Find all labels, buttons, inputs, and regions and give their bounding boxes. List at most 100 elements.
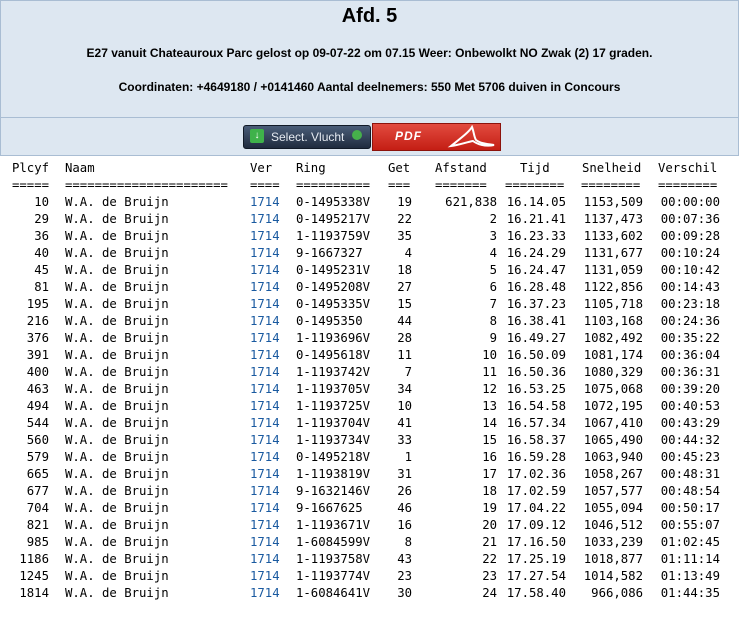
cell-afstand: 23 bbox=[482, 569, 497, 583]
cell-get: 15 bbox=[397, 297, 412, 311]
cell-plcyf: 1245 bbox=[19, 569, 49, 583]
cell-snelheid: 966,086 bbox=[591, 586, 643, 600]
cell-ring: 1-6084599V bbox=[296, 535, 371, 549]
cell-naam: W.A. de Bruijn bbox=[65, 399, 169, 413]
cell-naam: W.A. de Bruijn bbox=[65, 467, 169, 481]
cell-snelheid: 1137,473 bbox=[583, 212, 643, 226]
cell-tijd: 16.24.47 bbox=[506, 263, 566, 277]
cell-ver-link[interactable]: 1714 bbox=[250, 314, 280, 328]
cell-tijd: 16.24.29 bbox=[506, 246, 566, 260]
cell-ver-link[interactable]: 1714 bbox=[250, 195, 280, 209]
cell-get: 23 bbox=[397, 569, 412, 583]
cell-ver-link[interactable]: 1714 bbox=[250, 263, 280, 277]
cell-tijd: 16.14.05 bbox=[506, 195, 566, 209]
cell-ver-link[interactable]: 1714 bbox=[250, 586, 280, 600]
pdf-button[interactable]: PDF bbox=[372, 123, 501, 151]
col-ring: Ring bbox=[296, 161, 326, 175]
sep-snelheid: ======== bbox=[581, 178, 641, 192]
table-row: 560 W.A. de Bruijn 1714 1-1193734V 33 15 16.58… bbox=[0, 433, 739, 450]
cell-verschil: 00:10:42 bbox=[660, 263, 720, 277]
cell-plcyf: 579 bbox=[26, 450, 49, 464]
sep-get: === bbox=[388, 178, 411, 192]
cell-verschil: 01:11:14 bbox=[660, 552, 720, 566]
cell-ver-link[interactable]: 1714 bbox=[250, 331, 280, 345]
cell-naam: W.A. de Bruijn bbox=[65, 552, 169, 566]
cell-snelheid: 1082,492 bbox=[583, 331, 643, 345]
cell-verschil: 00:44:32 bbox=[660, 433, 720, 447]
cell-verschil: 01:13:49 bbox=[660, 569, 720, 583]
download-icon: ↓ bbox=[250, 129, 264, 143]
cell-ver-link[interactable]: 1714 bbox=[250, 348, 280, 362]
cell-ring: 0-1495218V bbox=[296, 450, 371, 464]
table-row: 985 W.A. de Bruijn 1714 1-6084599V 8 21 17.16.… bbox=[0, 535, 739, 552]
cell-verschil: 00:43:29 bbox=[660, 416, 720, 430]
cell-snelheid: 1033,239 bbox=[583, 535, 643, 549]
sep-ver: ==== bbox=[250, 178, 280, 192]
cell-ver-link[interactable]: 1714 bbox=[250, 518, 280, 532]
cell-naam: W.A. de Bruijn bbox=[65, 348, 169, 362]
select-vlucht-button[interactable]: ↓ Select. Vlucht bbox=[243, 125, 371, 149]
cell-get: 31 bbox=[397, 467, 412, 481]
cell-verschil: 00:55:07 bbox=[660, 518, 720, 532]
cell-ring: 0-1495231V bbox=[296, 263, 371, 277]
cell-ver-link[interactable]: 1714 bbox=[250, 552, 280, 566]
cell-snelheid: 1133,602 bbox=[583, 229, 643, 243]
cell-snelheid: 1063,940 bbox=[583, 450, 643, 464]
cell-get: 16 bbox=[397, 518, 412, 532]
cell-get: 11 bbox=[397, 348, 412, 362]
cell-ver-link[interactable]: 1714 bbox=[250, 212, 280, 226]
table-row: 544 W.A. de Bruijn 1714 1-1193704V 41 14 16.57… bbox=[0, 416, 739, 433]
cell-verschil: 00:35:22 bbox=[660, 331, 720, 345]
cell-tijd: 16.49.27 bbox=[506, 331, 566, 345]
cell-plcyf: 10 bbox=[34, 195, 49, 209]
cell-afstand: 5 bbox=[489, 263, 497, 277]
cell-ring: 1-1193671V bbox=[296, 518, 371, 532]
cell-ver-link[interactable]: 1714 bbox=[250, 433, 280, 447]
cell-ver-link[interactable]: 1714 bbox=[250, 501, 280, 515]
cell-snelheid: 1075,068 bbox=[583, 382, 643, 396]
cell-ver-link[interactable]: 1714 bbox=[250, 416, 280, 430]
cell-plcyf: 29 bbox=[34, 212, 49, 226]
cell-ring: 1-1193704V bbox=[296, 416, 371, 430]
table-row: 81 W.A. de Bruijn 1714 0-1495208V 27 6 16.28.4… bbox=[0, 280, 739, 297]
cell-plcyf: 463 bbox=[26, 382, 49, 396]
cell-naam: W.A. de Bruijn bbox=[65, 484, 169, 498]
cell-ver-link[interactable]: 1714 bbox=[250, 297, 280, 311]
table-row: 10 W.A. de Bruijn 1714 0-1495338V 19 621,838 1… bbox=[0, 195, 739, 212]
cell-ver-link[interactable]: 1714 bbox=[250, 382, 280, 396]
table-row: 45 W.A. de Bruijn 1714 0-1495231V 18 5 16.24.4… bbox=[0, 263, 739, 280]
cell-afstand: 20 bbox=[482, 518, 497, 532]
cell-naam: W.A. de Bruijn bbox=[65, 450, 169, 464]
table-row: 40 W.A. de Bruijn 1714 9-1667327 4 4 16.24.29 1… bbox=[0, 246, 739, 263]
header-separator: ===== ====================== ==== ======… bbox=[0, 178, 739, 195]
cell-tijd: 17.02.36 bbox=[506, 467, 566, 481]
cell-verschil: 00:40:53 bbox=[660, 399, 720, 413]
cell-ring: 0-1495350 bbox=[296, 314, 363, 328]
cell-ring: 9-1632146V bbox=[296, 484, 371, 498]
page-title: Afd. 5 bbox=[341, 5, 398, 27]
cell-ver-link[interactable]: 1714 bbox=[250, 399, 280, 413]
cell-get: 1 bbox=[404, 450, 412, 464]
cell-naam: W.A. de Bruijn bbox=[65, 416, 169, 430]
cell-snelheid: 1105,718 bbox=[583, 297, 643, 311]
cell-ver-link[interactable]: 1714 bbox=[250, 365, 280, 379]
cell-ver-link[interactable]: 1714 bbox=[250, 246, 280, 260]
cell-afstand: 7 bbox=[489, 297, 497, 311]
cell-naam: W.A. de Bruijn bbox=[65, 586, 169, 600]
table-row: 216 W.A. de Bruijn 1714 0-1495350 44 8 16.38.4… bbox=[0, 314, 739, 331]
cell-snelheid: 1153,509 bbox=[583, 195, 643, 209]
cell-plcyf: 81 bbox=[34, 280, 49, 294]
cell-ver-link[interactable]: 1714 bbox=[250, 484, 280, 498]
cell-tijd: 16.23.33 bbox=[506, 229, 566, 243]
cell-tijd: 16.54.58 bbox=[506, 399, 566, 413]
cell-ver-link[interactable]: 1714 bbox=[250, 450, 280, 464]
cell-ver-link[interactable]: 1714 bbox=[250, 467, 280, 481]
cell-ver-link[interactable]: 1714 bbox=[250, 535, 280, 549]
cell-ver-link[interactable]: 1714 bbox=[250, 280, 280, 294]
cell-ver-link[interactable]: 1714 bbox=[250, 569, 280, 583]
cell-ver-link[interactable]: 1714 bbox=[250, 229, 280, 243]
cell-naam: W.A. de Bruijn bbox=[65, 433, 169, 447]
cell-ring: 1-1193819V bbox=[296, 467, 371, 481]
sep-naam: ====================== bbox=[65, 178, 228, 192]
table-row: 1186 W.A. de Bruijn 1714 1-1193758V 43 22 17.2… bbox=[0, 552, 739, 569]
